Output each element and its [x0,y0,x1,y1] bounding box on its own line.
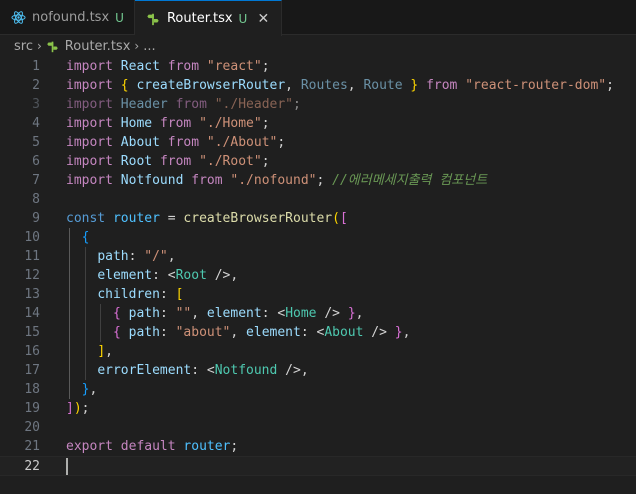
breadcrumb-more[interactable]: ... [143,39,155,54]
code-line: 21 export default router; [24,439,239,454]
code-comment: //에러메세지출력 컴포넌트 [332,173,488,188]
code-line: 17 errorElement: <Notfound />, [24,363,309,378]
breadcrumb-folder[interactable]: src [14,39,33,54]
tab-router[interactable]: Router.tsx U ✕ [134,0,283,36]
tab-label: nofound.tsx [32,10,110,25]
code-line: 1 import React from "react"; [32,59,270,74]
tab-label: Router.tsx [166,11,233,26]
code-line: 10 { [24,230,90,245]
code-line: 6 import Root from "./Root"; [32,154,270,169]
router-icon [145,11,161,27]
code-line: 2 import { createBrowserRouter, Routes, R… [32,78,614,93]
chevron-right-icon: › [134,39,140,53]
code-line: 14 { path: "", element: <Home /> }, [24,306,364,321]
code-line-current[interactable]: 22 [0,456,636,476]
tab-bar: nofound.tsx U Router.tsx U ✕ [0,0,636,36]
code-line: 7 import Notfound from "./nofound"; //에러메… [32,173,488,188]
breadcrumb: src › Router.tsx › ... [0,35,636,57]
breadcrumb-file[interactable]: Router.tsx [65,39,131,54]
chevron-right-icon: › [36,39,42,53]
code-line: 13 children: [ [24,287,184,302]
code-line: 4 import Home from "./Home"; [32,116,270,131]
react-icon [10,10,26,26]
code-editor[interactable]: 1 import React from "react"; 2 import { cr… [0,57,636,494]
tab-nofound[interactable]: nofound.tsx U [0,0,135,35]
code-line: 8 [32,192,40,207]
code-line: 16 ], [24,344,113,359]
code-line: 15 { path: "about", element: <About /> }… [24,325,411,340]
close-icon[interactable]: ✕ [255,11,271,27]
code-line: 9 const router = createBrowserRouter([ [32,211,348,226]
router-icon [46,39,60,53]
code-line: 3 import Header from "./Header"; [32,97,301,112]
code-line: 19]); [24,401,90,416]
untracked-badge: U [238,11,248,26]
text-cursor [66,458,68,475]
untracked-badge: U [115,10,124,25]
code-line: 18 }, [24,382,98,397]
code-line: 5 import About from "./About"; [32,135,286,150]
code-line: 12 element: <Root />, [24,268,239,283]
code-line: 20 [24,420,40,435]
code-line: 11 path: "/", [24,249,176,264]
